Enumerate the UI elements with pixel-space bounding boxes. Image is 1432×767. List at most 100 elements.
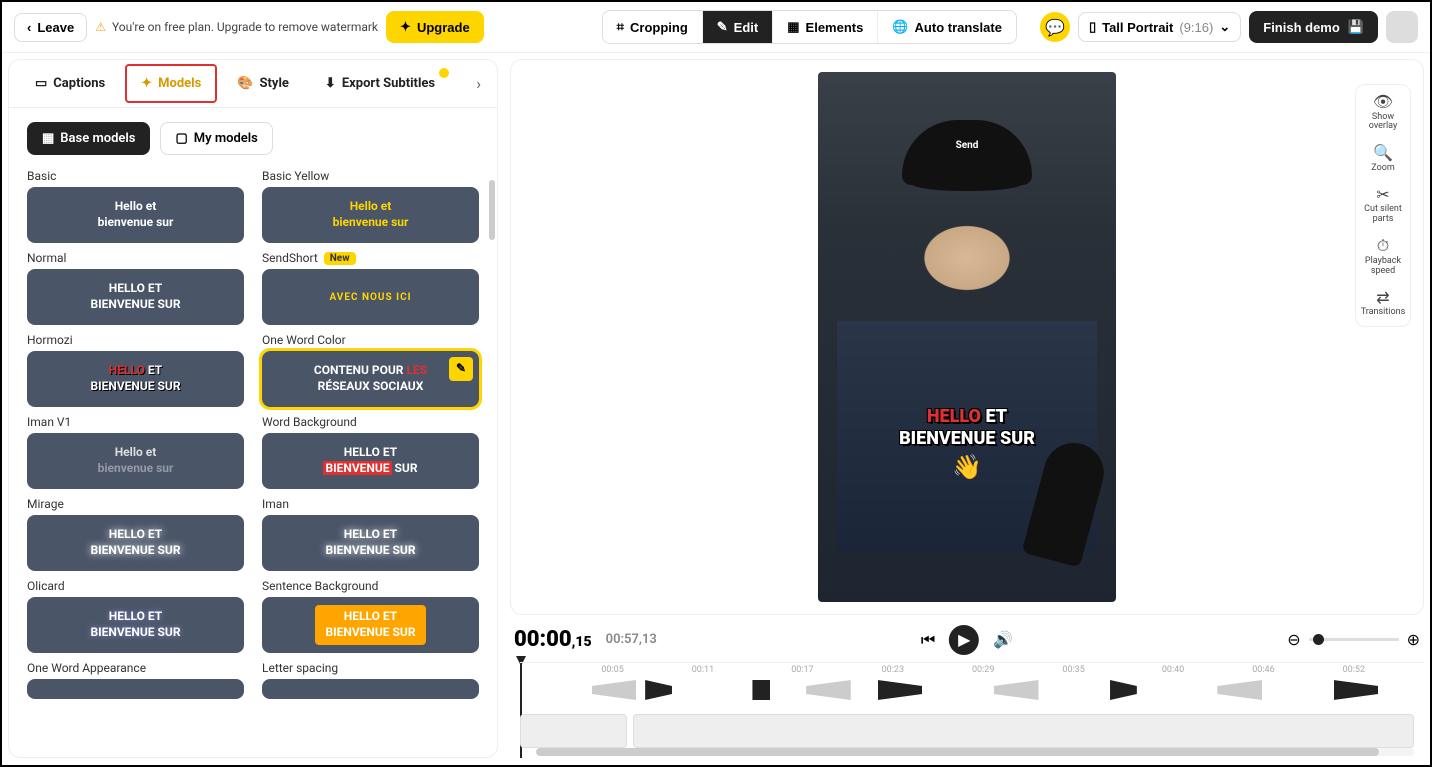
elements-button[interactable]: ▦ Elements	[773, 11, 878, 43]
subtab-base-models[interactable]: ▦ Base models	[27, 122, 150, 155]
model-preview-basic-yellow[interactable]: Hello etbienvenue sur	[262, 187, 479, 243]
upgrade-button[interactable]: ✦ Upgrade	[386, 11, 484, 43]
speed-icon: ⏱	[1377, 237, 1389, 255]
cap-logo: Send	[956, 140, 979, 151]
tab-captions[interactable]: ▭ Captions	[17, 62, 123, 105]
play-button[interactable]: ▶	[949, 625, 979, 655]
sparkle-icon: ✦	[400, 19, 411, 35]
scissors-icon: ✂	[1376, 186, 1389, 204]
model-preview-olicard[interactable]: HELLO ETBIENVENUE SUR	[27, 597, 244, 653]
video-frame[interactable]: Send HELLO ET BIENVENUE SUR 👋	[818, 72, 1116, 602]
chevron-left-icon: ‹	[27, 20, 31, 35]
model-label: Mirage	[27, 497, 244, 511]
new-badge: New	[324, 252, 356, 265]
playback-bar: 00:00,15 00:57,13 ⏮ ▶ 🔊 ⊖ ⊕	[510, 621, 1424, 658]
cropping-button[interactable]: ⌗ Cropping	[603, 11, 703, 43]
finish-label: Finish demo	[1263, 20, 1340, 35]
cut-silent-button[interactable]: ✂Cut silent parts	[1360, 186, 1406, 225]
clip[interactable]	[1110, 680, 1137, 700]
aspect-ratio-button[interactable]: ▯ Tall Portrait (9:16) ⌄	[1078, 12, 1241, 42]
clip[interactable]	[806, 680, 851, 700]
model-label: Basic Yellow	[262, 169, 479, 183]
timeline[interactable]: 00:05 00:11 00:17 00:23 00:29 00:35 00:4…	[510, 658, 1424, 758]
transitions-button[interactable]: ⇄Transitions	[1360, 289, 1406, 318]
skip-back-button[interactable]: ⏮	[921, 630, 935, 650]
tab-style[interactable]: 🎨 Style	[219, 62, 307, 105]
duration: 00:57,13	[606, 632, 657, 647]
zoom-slider[interactable]	[1309, 638, 1399, 641]
timeline-ruler[interactable]: 00:05 00:11 00:17 00:23 00:29 00:35 00:4…	[520, 662, 1424, 680]
edit-button[interactable]: ✎ Edit	[703, 11, 773, 43]
track-segment[interactable]	[520, 714, 627, 748]
timeline-scrollbar-thumb[interactable]	[536, 748, 1379, 756]
model-label: Letter spacing	[262, 661, 479, 675]
zoom-button[interactable]: 🔍Zoom	[1360, 144, 1406, 173]
grid-icon: ▦	[42, 131, 54, 146]
volume-button[interactable]: 🔊	[993, 630, 1013, 649]
clip[interactable]	[752, 680, 770, 700]
model-preview-iman[interactable]: HELLO ETBIENVENUE SUR	[262, 515, 479, 571]
crop-icon: ⌗	[617, 19, 624, 35]
model-preview-one-word-color[interactable]: CONTENU POUR LESRÉSEAUX SOCIAUX ✎	[262, 351, 479, 407]
timeline-scrollbar[interactable]	[536, 748, 1414, 756]
cropping-label: Cropping	[630, 20, 688, 35]
clip[interactable]	[592, 680, 637, 700]
model-preview-hormozi[interactable]: HELLO ETBIENVENUE SUR	[27, 351, 244, 407]
plan-warning: ⚠ You're on free plan. Upgrade to remove…	[95, 20, 378, 34]
model-preview-iman-v1[interactable]: Hello etbienvenue sur	[27, 433, 244, 489]
model-preview-mirage[interactable]: HELLO ETBIENVENUE SUR	[27, 515, 244, 571]
model-preview-letter-spacing[interactable]	[262, 679, 479, 699]
zoom-icon: 🔍	[1373, 144, 1393, 162]
track-row	[520, 714, 1414, 748]
model-preview-sendshort[interactable]: AVEC NOUS ICI	[262, 269, 479, 325]
model-basic: Basic Hello etbienvenue sur	[27, 169, 244, 243]
auto-translate-button[interactable]: 🌐 Auto translate	[878, 11, 1016, 43]
finish-demo-button[interactable]: Finish demo 💾	[1249, 11, 1378, 43]
tabs-scroll-right[interactable]: ›	[468, 66, 489, 101]
show-overlay-button[interactable]: 👁Show overlay	[1360, 93, 1406, 132]
models-grid: Basic Hello etbienvenue sur Basic Yellow…	[9, 169, 497, 757]
clip[interactable]	[878, 680, 923, 700]
auto-translate-label: Auto translate	[915, 20, 1002, 35]
model-preview-sentence-background[interactable]: HELLO ETBIENVENUE SUR	[262, 597, 479, 653]
model-iman-v1: Iman V1 Hello etbienvenue sur	[27, 415, 244, 489]
tab-bar: ▭ Captions ✦ Models 🎨 Style ⬇ Export Sub…	[9, 60, 497, 108]
model-label: Iman V1	[27, 415, 244, 429]
model-preview-word-background[interactable]: HELLO ETBIENVENUE SUR	[262, 433, 479, 489]
clip[interactable]	[1334, 680, 1379, 700]
tick: 00:23	[882, 665, 904, 675]
zoom-out-button[interactable]: ⊖	[1287, 630, 1300, 649]
zoom-control: ⊖ ⊕	[1287, 630, 1420, 649]
edit-model-button[interactable]: ✎	[449, 357, 473, 381]
track-segment[interactable]	[633, 714, 1414, 748]
tick: 00:05	[601, 665, 623, 675]
tab-captions-label: Captions	[53, 76, 105, 91]
upgrade-label: Upgrade	[417, 20, 470, 35]
leave-button[interactable]: ‹ Leave	[14, 13, 87, 42]
plan-warning-text: You're on free plan. Upgrade to remove w…	[112, 20, 378, 34]
model-hormozi: Hormozi HELLO ETBIENVENUE SUR	[27, 333, 244, 407]
center-toolbar: ⌗ Cropping ✎ Edit ▦ Elements 🌐 Auto tran…	[602, 10, 1017, 44]
tab-export-subtitles[interactable]: ⬇ Export Subtitles	[307, 62, 453, 105]
sidebar: ▭ Captions ✦ Models 🎨 Style ⬇ Export Sub…	[8, 59, 498, 758]
avatar-button[interactable]	[1386, 11, 1418, 43]
model-letter-spacing: Letter spacing	[262, 661, 479, 699]
clip[interactable]	[1217, 680, 1262, 700]
model-preview-basic[interactable]: Hello etbienvenue sur	[27, 187, 244, 243]
model-preview-one-word-appearance[interactable]	[27, 679, 244, 699]
clip[interactable]	[994, 680, 1039, 700]
sidebar-scrollbar[interactable]	[489, 180, 495, 240]
tick: 00:17	[791, 665, 813, 675]
model-word-background: Word Background HELLO ETBIENVENUE SUR	[262, 415, 479, 489]
tab-models[interactable]: ✦ Models	[125, 64, 217, 103]
chat-button[interactable]: 💬	[1040, 12, 1070, 42]
clip[interactable]	[645, 680, 672, 700]
model-preview-normal[interactable]: HELLO ETBIENVENUE SUR	[27, 269, 244, 325]
playback-speed-button[interactable]: ⏱Playback speed	[1360, 237, 1406, 276]
zoom-in-button[interactable]: ⊕	[1407, 630, 1420, 649]
subtab-my-models[interactable]: ▢ My models	[160, 122, 272, 155]
model-label: Iman	[262, 497, 479, 511]
model-one-word-appearance: One Word Appearance	[27, 661, 244, 699]
zoom-thumb[interactable]	[1313, 634, 1324, 645]
model-normal: Normal HELLO ETBIENVENUE SUR	[27, 251, 244, 325]
